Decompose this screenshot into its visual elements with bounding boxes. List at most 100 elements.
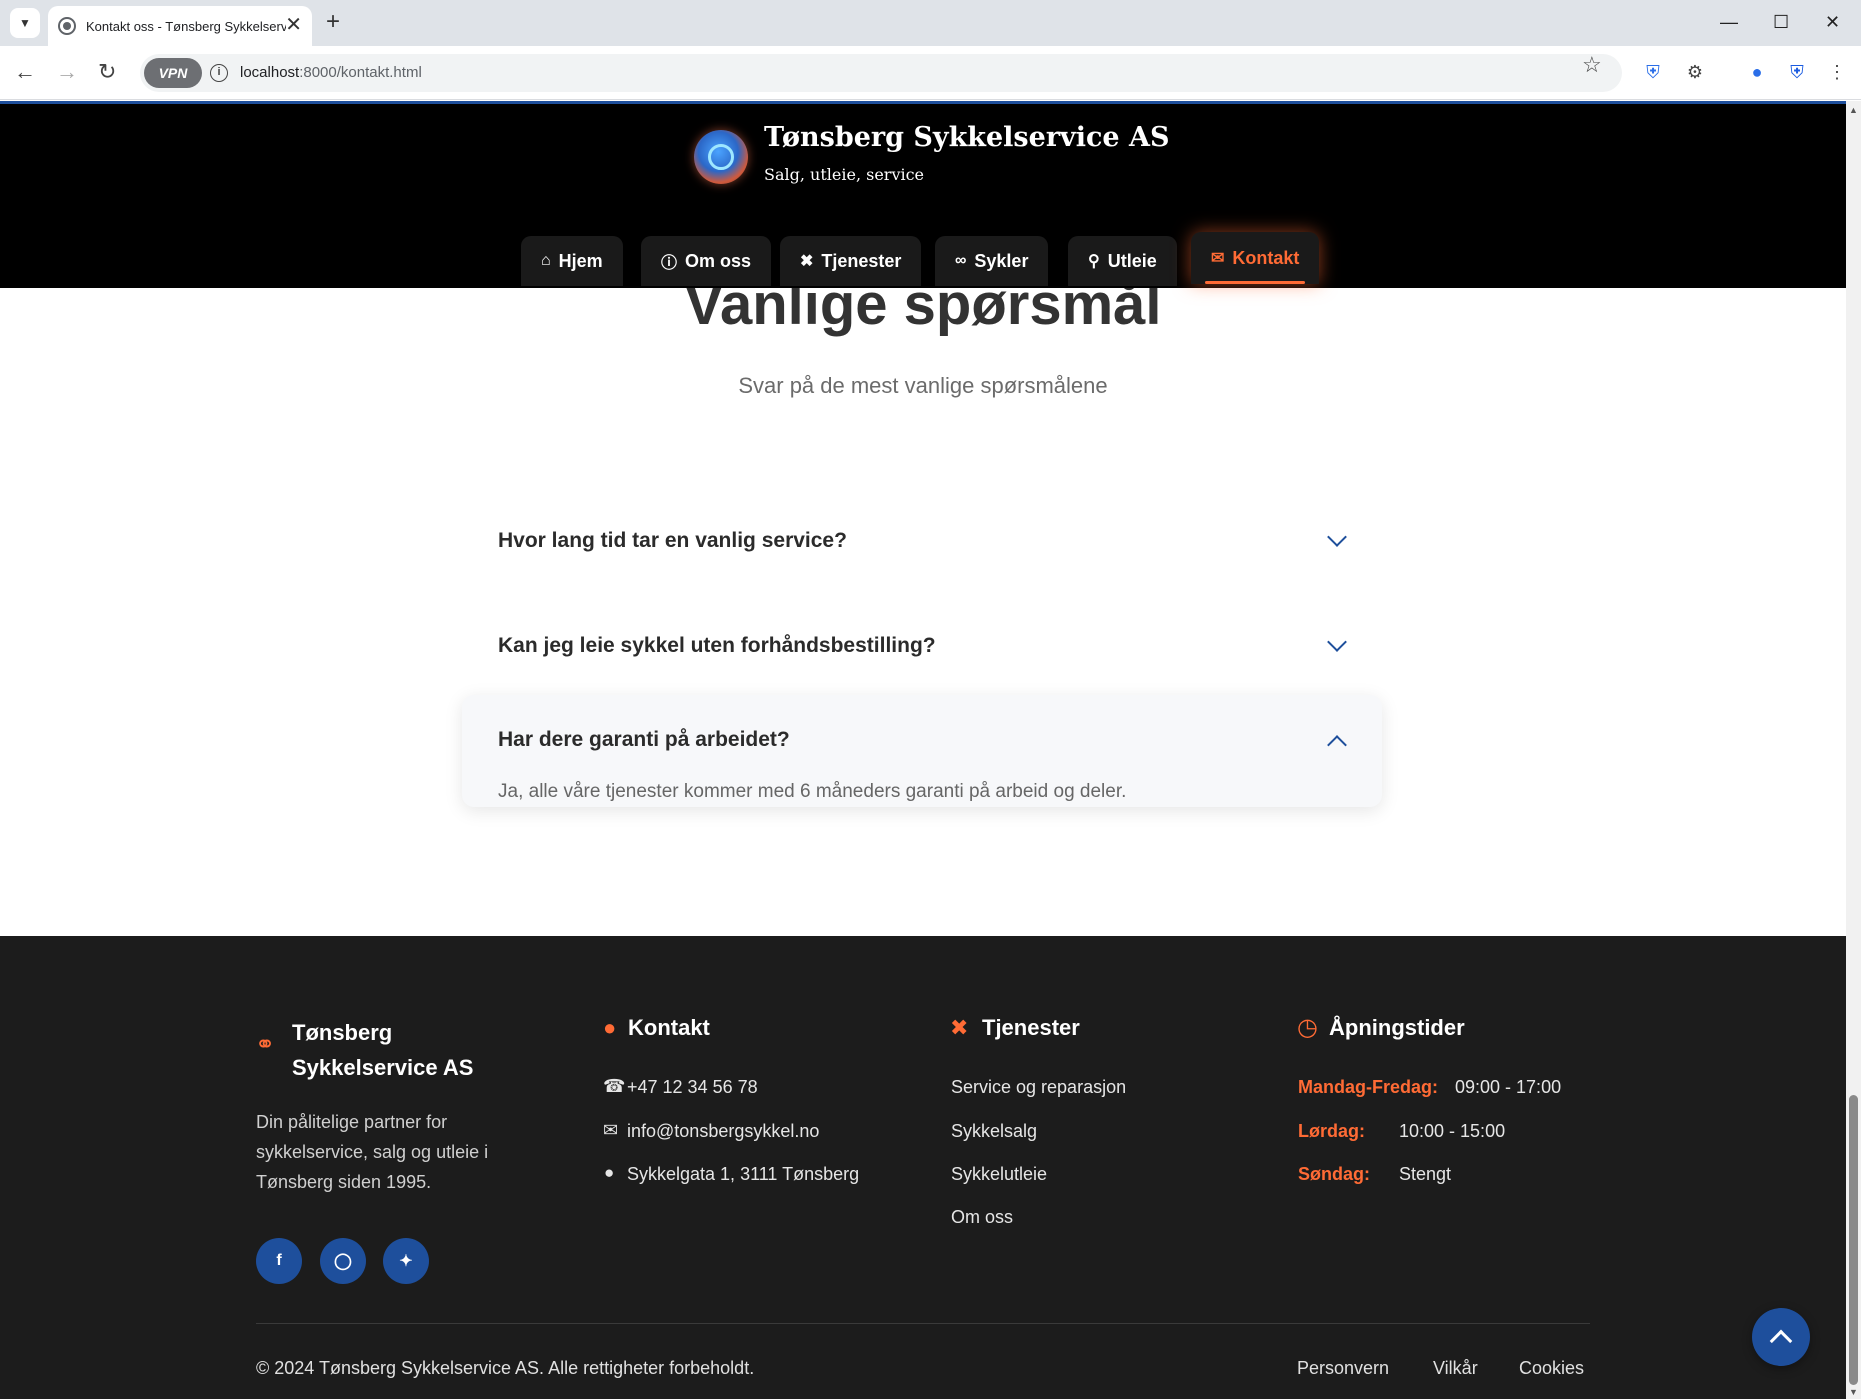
chevron-up-icon [1769, 1329, 1793, 1353]
map-marker-icon: ● [603, 1015, 617, 1040]
twitter-icon[interactable]: ✦ [383, 1238, 429, 1284]
close-window-icon[interactable]: ✕ [1825, 10, 1840, 34]
footer-services-title: Tjenester [982, 1015, 1080, 1040]
map-marker-icon: ● [604, 1163, 615, 1182]
faq-item[interactable]: Hvor lang tid tar en vanlig service? [462, 496, 1382, 586]
footer-description: Din pålitelige partner for sykkelservice… [256, 1112, 489, 1192]
nav-item-om-oss[interactable]: ⓘ Om oss [641, 236, 772, 286]
footer-brand-title: Tønsberg Sykkelservice AS [292, 1015, 473, 1085]
footer-link-cookies[interactable]: Cookies [1519, 1358, 1584, 1379]
nav-item-hjem[interactable]: ⌂ Hjem [521, 236, 623, 286]
hours-time: 10:00 - 15:00 [1399, 1121, 1506, 1141]
url-path: :8000/kontakt.html [299, 64, 422, 81]
footer-address: Sykkelgata 1, 3111 Tønsberg [627, 1164, 860, 1184]
site-title[interactable]: Tønsberg Sykkelservice AS [764, 122, 1169, 153]
copyright: © 2024 Tønsberg Sykkelservice AS. Alle r… [256, 1358, 755, 1378]
back-icon[interactable]: ← [14, 60, 36, 84]
nav-item-sykler[interactable]: ∞ Sykler [935, 236, 1049, 286]
hours-day: Lørdag: [1298, 1121, 1365, 1141]
footer-hours-title: Åpningstider [1329, 1015, 1465, 1040]
reload-icon[interactable]: ↻ [98, 60, 116, 84]
site-header: Tønsberg Sykkelservice AS Salg, utleie, … [0, 104, 1846, 288]
close-tab-icon[interactable]: ✕ [285, 14, 302, 36]
new-tab-icon[interactable]: + [326, 8, 340, 36]
footer-phone[interactable]: +47 12 34 56 78 [627, 1077, 758, 1098]
bicycle-icon: ⚭ [255, 1031, 276, 1058]
shield-extension-icon[interactable]: ⛨ [1640, 59, 1666, 85]
hours-time: 09:00 - 17:00 [1455, 1077, 1562, 1097]
url-text[interactable]: localhost:8000/kontakt.html [240, 64, 422, 81]
chevron-down-icon[interactable] [1327, 632, 1347, 652]
faq-subtitle: Svar på de mest vanlige spørsmålene [738, 373, 1108, 398]
footer-brand-line2: Sykkelservice AS [292, 1055, 474, 1080]
footer-link-vilkar[interactable]: Vilkår [1433, 1358, 1478, 1379]
back-to-top-button[interactable] [1752, 1308, 1810, 1366]
faq-question[interactable]: Har dere garanti på arbeidet? [498, 728, 790, 752]
phone-icon: ☎ [603, 1076, 626, 1096]
faq-question[interactable]: Hvor lang tid tar en vanlig service? [498, 529, 847, 553]
tab-title: Kontakt oss - Tønsberg Sykkelservice AS [86, 18, 286, 34]
browser-toolbar: ← → ↻ VPN i localhost:8000/kontakt.html … [0, 46, 1861, 100]
profile-icon[interactable]: ● [1744, 59, 1770, 85]
nav-item-utleie[interactable]: ⚲ Utleie [1068, 236, 1177, 286]
footer-email[interactable]: info@tonsbergsykkel.no [627, 1121, 819, 1142]
envelope-icon: ✉ [603, 1120, 619, 1140]
facebook-icon[interactable]: f [256, 1238, 302, 1284]
footer-link-sykkelsalg[interactable]: Sykkelsalg [951, 1121, 1037, 1142]
browser-tab-bar: ▼ Kontakt oss - Tønsberg Sykkelservice A… [0, 0, 1861, 46]
hours-day: Mandag-Fredag: [1298, 1077, 1439, 1097]
scroll-down-arrow-icon[interactable]: ▼ [1849, 1387, 1858, 1397]
chevron-down-icon: ▼ [19, 16, 31, 30]
chevron-down-icon[interactable] [1327, 527, 1347, 547]
site-info-icon[interactable]: i [210, 64, 228, 82]
nav-item-kontakt[interactable]: ✉ Kontakt [1191, 232, 1320, 284]
faq-item-expanded[interactable]: Har dere garanti på arbeidet? Ja, alle v… [462, 695, 1382, 807]
forward-icon[interactable]: → [56, 60, 78, 84]
site-tagline: Salg, utleie, service [764, 165, 925, 184]
nav-label: Sykler [974, 250, 1029, 271]
instagram-icon[interactable]: ◯ [320, 1238, 366, 1284]
footer-contact-title: Kontakt [628, 1015, 710, 1040]
clock-icon: ◷ [1297, 1014, 1318, 1041]
tab-search-button[interactable]: ▼ [10, 8, 40, 38]
logo-bicycle-icon[interactable] [694, 130, 748, 184]
bookmark-star-icon[interactable]: ☆ [1582, 52, 1602, 78]
home-icon: ⌂ [541, 252, 551, 269]
scroll-up-arrow-icon[interactable]: ▲ [1849, 105, 1858, 115]
hours-time: Stengt [1399, 1164, 1452, 1184]
nav-item-tjenester[interactable]: ✖ Tjenester [780, 236, 922, 286]
bitwarden-icon[interactable]: ⛨ [1784, 59, 1810, 85]
maximize-icon[interactable]: ☐ [1773, 10, 1789, 34]
minimize-icon[interactable]: — [1720, 10, 1738, 34]
vpn-badge[interactable]: VPN [144, 58, 202, 88]
browser-tab[interactable]: Kontakt oss - Tønsberg Sykkelservice AS … [48, 6, 312, 46]
info-icon: ⓘ [661, 255, 678, 272]
faq-question[interactable]: Kan jeg leie sykkel uten forhåndsbestill… [498, 634, 936, 658]
hours-day: Søndag: [1298, 1164, 1370, 1184]
nav-label: Tjenester [821, 250, 902, 271]
tools-icon: ✖ [950, 1015, 969, 1040]
envelope-icon: ✉ [1211, 250, 1225, 267]
menu-kebab-icon[interactable]: ⋮ [1824, 59, 1850, 85]
key-icon: ⚲ [1088, 253, 1100, 270]
footer-link-service[interactable]: Service og reparasjon [951, 1077, 1126, 1098]
footer-brand-line1: Tønsberg [292, 1020, 393, 1045]
nav-label: Hjem [558, 250, 603, 271]
chevron-up-icon[interactable] [1327, 735, 1347, 755]
address-bar[interactable]: VPN i localhost:8000/kontakt.html [140, 54, 1622, 92]
faq-answer: Ja, alle våre tjenester kommer med 6 mån… [498, 781, 1127, 802]
page-viewport: Vanlige spørsmål Svar på de mest vanlige… [0, 101, 1846, 1399]
footer-link-sykkelutleie[interactable]: Sykkelutleie [951, 1164, 1047, 1185]
faq-item[interactable]: Kan jeg leie sykkel uten forhåndsbestill… [462, 601, 1382, 691]
nav-label: Om oss [685, 250, 752, 271]
tools-icon: ✖ [800, 253, 814, 270]
extensions-puzzle-icon[interactable]: ⚙ [1682, 59, 1708, 85]
nav-label: Kontakt [1232, 247, 1300, 268]
footer-link-om-oss[interactable]: Om oss [951, 1207, 1013, 1228]
page-scrollbar[interactable]: ▲ ▼ [1846, 101, 1861, 1399]
nav-label: Utleie [1107, 250, 1157, 271]
scrollbar-thumb[interactable] [1849, 1095, 1858, 1385]
footer-link-personvern[interactable]: Personvern [1297, 1358, 1389, 1379]
footer-divider [256, 1323, 1590, 1324]
bicycle-icon: ∞ [955, 252, 967, 269]
